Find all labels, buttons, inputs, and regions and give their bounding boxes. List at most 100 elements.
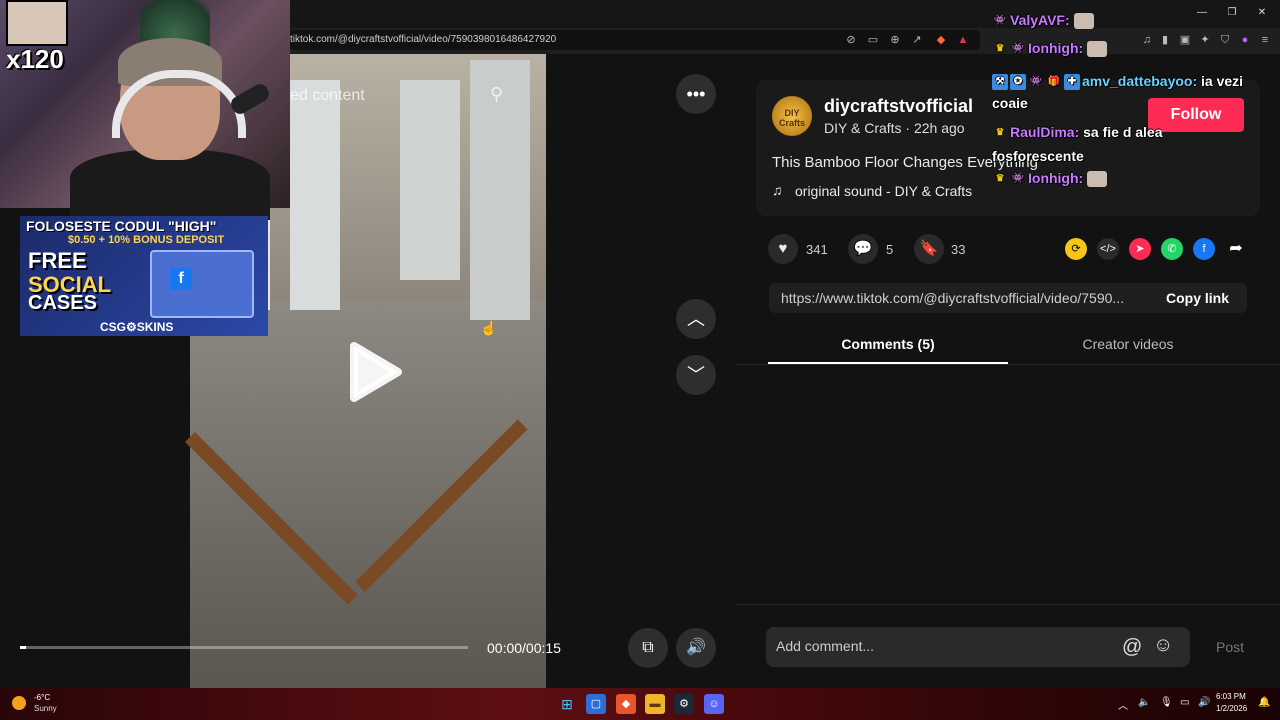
video-link-text[interactable]: https://www.tiktok.com/@diycraftstvoffic… xyxy=(781,290,1124,306)
gamepad-badge-icon: 👾 xyxy=(1011,173,1025,185)
cast-icon[interactable]: ▭ xyxy=(864,31,882,49)
sub-badge-icon: ✪ xyxy=(1010,74,1026,91)
play-icon[interactable] xyxy=(340,340,404,404)
promo-case-image xyxy=(150,250,254,318)
no-translate-icon[interactable]: ⊘ xyxy=(842,31,860,49)
music-control-icon[interactable]: ♫ xyxy=(1138,31,1156,49)
gamepad-badge-icon: 👾 xyxy=(1011,43,1025,55)
chat-message: ♛ 👾 Ionhigh: xyxy=(992,170,1108,188)
emoji-icon[interactable]: ☺ xyxy=(1153,634,1173,657)
windows-start-icon[interactable]: ⊞ xyxy=(557,694,577,714)
close-icon[interactable]: ✕ xyxy=(1252,6,1272,20)
address-bar-url[interactable]: tiktok.com/@diycraftstvofficial/video/75… xyxy=(290,30,556,50)
menu-icon[interactable]: ≡ xyxy=(1256,31,1274,49)
volume-tray-icon[interactable]: 🔊 xyxy=(1198,697,1210,708)
music-note-icon: ♫ xyxy=(772,182,783,198)
webcam-streamer-body xyxy=(70,150,270,220)
profile-icon[interactable]: ● xyxy=(1236,31,1254,49)
chat-emote xyxy=(1087,171,1108,188)
brave-shield-icon[interactable]: ◆ xyxy=(932,31,950,49)
leo-icon[interactable]: ✦ xyxy=(1196,31,1214,49)
chat-username: Ionhigh: xyxy=(1028,170,1084,186)
like-count: 341 xyxy=(806,242,828,257)
overlay-avatar xyxy=(6,0,68,46)
volume-button[interactable]: 🔊 xyxy=(676,628,716,668)
browser-tab-strip xyxy=(290,0,1280,28)
facebook-share-icon[interactable]: f xyxy=(1193,238,1215,260)
comment-placeholder[interactable]: Add comment... xyxy=(776,638,874,654)
weather-condition[interactable]: Sunny xyxy=(34,704,57,713)
save-count: 33 xyxy=(951,242,966,257)
crown-badge-icon: ♛ xyxy=(995,127,1005,139)
chat-message: ⚒ ✪ 👾 🎁 ✚ amv_dattebayoo: ia vezi coaie xyxy=(992,70,1272,114)
search-icon[interactable]: ⚲ xyxy=(490,84,514,108)
sun-icon[interactable] xyxy=(12,696,26,710)
embed-code-icon[interactable]: </> xyxy=(1097,238,1119,260)
share-page-icon[interactable]: ↗ xyxy=(908,31,926,49)
send-to-friends-icon[interactable]: ➤ xyxy=(1129,238,1151,260)
brave-browser-icon[interactable]: ◆ xyxy=(616,694,636,714)
comment-bubble-icon[interactable]: 💬 xyxy=(848,234,878,264)
restore-icon[interactable]: ❐ xyxy=(1222,6,1242,20)
repost-icon[interactable]: ⟳ xyxy=(1065,238,1087,260)
clock-date[interactable]: 1/2/2026 xyxy=(1216,704,1247,713)
notification-bell-icon[interactable]: 🔔 xyxy=(1258,697,1270,708)
post-sound-link[interactable]: original sound - DIY & Crafts xyxy=(795,183,972,199)
picture-in-picture-button[interactable]: ⧉ xyxy=(628,628,668,668)
crown-badge-icon: ♛ xyxy=(995,173,1005,185)
wallet-icon[interactable]: ▣ xyxy=(1176,31,1194,49)
video-progress-fill xyxy=(20,646,26,649)
chat-message: 👾 ValyAVF: xyxy=(992,12,1094,30)
promo-cases: CASES xyxy=(28,292,97,314)
discord-icon[interactable]: ☺ xyxy=(704,694,724,714)
task-view-icon[interactable]: ▢ xyxy=(586,694,606,714)
chat-emote xyxy=(1087,41,1108,58)
clock-time[interactable]: 6:03 PM xyxy=(1216,692,1246,701)
file-explorer-icon[interactable]: ▬ xyxy=(645,694,665,714)
more-options-button[interactable]: ••• xyxy=(676,74,716,114)
network-tray-icon[interactable]: ▭ xyxy=(1180,697,1189,708)
speaker-tray-icon[interactable]: 🔈 xyxy=(1138,697,1150,708)
steam-icon[interactable]: ⚙ xyxy=(674,694,694,714)
next-video-button[interactable]: ﹀ xyxy=(676,355,716,395)
creator-subline: DIY & Crafts · 22h ago xyxy=(824,120,965,136)
video-progress-bar[interactable] xyxy=(20,646,468,649)
windows-taskbar xyxy=(0,688,1280,720)
brave-rewards-icon[interactable]: ▲ xyxy=(954,31,972,49)
mention-icon[interactable]: @ xyxy=(1122,636,1142,659)
gamepad-badge-icon: 👾 xyxy=(1029,76,1043,88)
vpn-icon[interactable]: ⛉ xyxy=(1216,31,1234,49)
minimize-icon[interactable]: — xyxy=(1192,6,1212,20)
promo-free: FREE xyxy=(28,248,87,273)
copy-link-button[interactable]: Copy link xyxy=(1166,290,1229,306)
tab-creator-videos[interactable]: Creator videos xyxy=(1008,336,1248,352)
creator-username[interactable]: diycraftstvofficial xyxy=(824,96,973,117)
whatsapp-icon[interactable]: ✆ xyxy=(1161,238,1183,260)
post-comment-button[interactable]: Post xyxy=(1216,639,1244,655)
chat-message: ♛ RaulDima: sa fie d alea fosforescente xyxy=(992,120,1242,168)
comment-count: 5 xyxy=(886,242,894,257)
bookmark-icon[interactable]: 🔖 xyxy=(914,234,944,264)
mic-tray-icon[interactable]: 🎙 xyxy=(1160,697,1173,708)
promo-headline: FOLOSESTE CODUL "HIGH" xyxy=(26,218,217,234)
gamepad-badge-icon: 👾 xyxy=(993,15,1007,27)
hammer-badge-icon: ⚒ xyxy=(992,74,1008,91)
tray-expand-icon[interactable]: ︿ xyxy=(1118,697,1128,712)
chat-username: RaulDima: xyxy=(1010,124,1080,140)
tab-comments[interactable]: Comments (5) xyxy=(768,336,1008,352)
tab-divider xyxy=(736,364,1280,365)
chat-username: Ionhigh: xyxy=(1028,40,1084,56)
sidebar-icon[interactable]: ▮ xyxy=(1156,31,1174,49)
gift-badge-icon: 🎁 xyxy=(1047,76,1061,88)
zoom-icon[interactable]: ⊕ xyxy=(886,31,904,49)
like-heart-icon[interactable]: ♥ xyxy=(768,234,798,264)
weather-temperature[interactable]: -6°C xyxy=(34,693,50,702)
share-arrow-icon[interactable]: ➦ xyxy=(1225,238,1247,260)
chat-message: ♛ 👾 Ionhigh: xyxy=(992,40,1108,58)
prime-badge-icon: ✚ xyxy=(1064,74,1080,91)
previous-video-button[interactable]: ︿ xyxy=(676,299,716,339)
mouse-cursor-icon: ☝ xyxy=(480,320,498,336)
crown-badge-icon: ♛ xyxy=(995,43,1005,55)
overlay-multiplier: x120 xyxy=(6,44,64,74)
chat-username: amv_dattebayoo: xyxy=(1082,73,1198,89)
